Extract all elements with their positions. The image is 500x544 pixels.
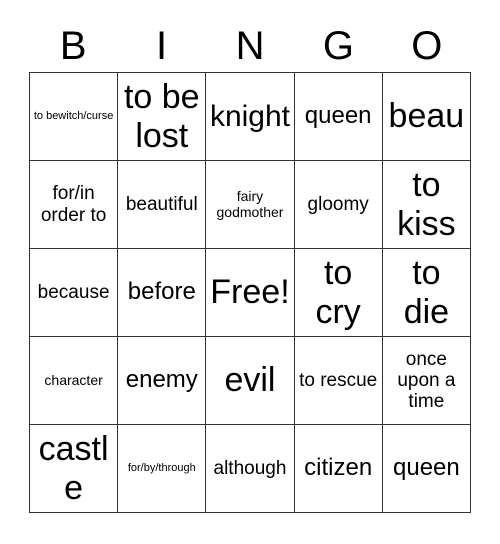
bingo-cell-free-space[interactable]: Free!	[205, 248, 295, 337]
bingo-cell[interactable]: enemy	[117, 336, 207, 425]
bingo-cell[interactable]: queen	[293, 72, 383, 161]
bingo-header-letter-n: N	[235, 24, 265, 68]
bingo-cell[interactable]: character	[28, 336, 119, 425]
bingo-row: because before Free! to cry to die	[28, 248, 472, 337]
bingo-header-letter-o: O	[411, 24, 443, 68]
bingo-cell[interactable]: before	[117, 248, 207, 337]
bingo-row: castle for/by/through although citizen q…	[28, 424, 472, 513]
bingo-row: for/in order to beautiful fairy godmothe…	[28, 160, 472, 249]
bingo-cell[interactable]: castle	[28, 424, 119, 513]
bingo-grid: to bewitch/curse to be lost knight queen…	[28, 72, 472, 513]
bingo-header-letter-i: I	[156, 24, 168, 68]
bingo-header-row: B I N G O	[29, 0, 471, 70]
bingo-cell[interactable]: to cry	[293, 248, 383, 337]
bingo-cell[interactable]: evil	[205, 336, 295, 425]
bingo-cell[interactable]: to rescue	[293, 336, 383, 425]
bingo-cell[interactable]: for/in order to	[28, 160, 119, 249]
bingo-cell[interactable]: beautiful	[117, 160, 207, 249]
bingo-cell[interactable]: once upon a time	[381, 336, 472, 425]
bingo-card: B I N G O to bewitch/curse to be lost kn…	[0, 0, 500, 544]
bingo-cell[interactable]: citizen	[293, 424, 383, 513]
bingo-cell[interactable]: to bewitch/curse	[28, 72, 119, 161]
bingo-cell[interactable]: because	[28, 248, 119, 337]
bingo-cell[interactable]: to kiss	[381, 160, 472, 249]
bingo-cell[interactable]: knight	[205, 72, 295, 161]
bingo-cell[interactable]: although	[205, 424, 295, 513]
bingo-cell[interactable]: to die	[381, 248, 472, 337]
bingo-cell[interactable]: gloomy	[293, 160, 383, 249]
bingo-cell[interactable]: beau	[381, 72, 472, 161]
bingo-header-letter-b: B	[59, 24, 87, 68]
bingo-row: to bewitch/curse to be lost knight queen…	[28, 72, 472, 161]
bingo-cell[interactable]: fairy godmother	[205, 160, 295, 249]
bingo-header-letter-g: G	[322, 24, 354, 68]
bingo-cell[interactable]: for/by/through	[117, 424, 207, 513]
bingo-cell[interactable]: to be lost	[117, 72, 207, 161]
bingo-cell[interactable]: queen	[381, 424, 472, 513]
bingo-row: character enemy evil to rescue once upon…	[28, 336, 472, 425]
